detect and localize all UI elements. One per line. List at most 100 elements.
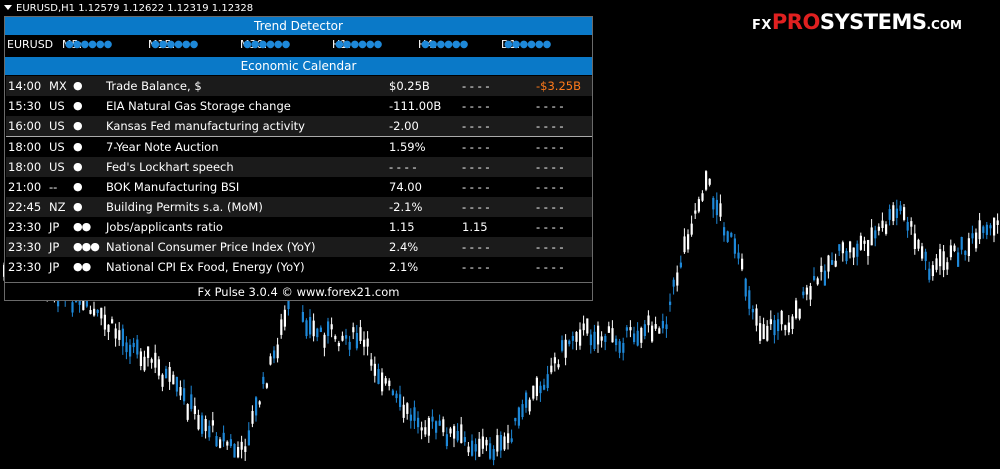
- candle-body: [496, 435, 499, 452]
- candle-body: [697, 199, 700, 212]
- calendar-forecast: - - - -: [462, 79, 490, 93]
- candle-body: [413, 407, 416, 421]
- candle-body: [507, 433, 510, 443]
- trend-dots-icon: ●●●●●●: [65, 39, 112, 50]
- calendar-previous: - - - -: [536, 140, 564, 154]
- candle-body: [568, 340, 571, 345]
- candle-body: [453, 426, 456, 439]
- candle-body: [795, 300, 798, 319]
- calendar-row: 16:00 US ● Kansas Fed manufacturing activit…: [6, 116, 592, 136]
- impact-dots-icon: ●●: [73, 220, 91, 233]
- chart-symbol-bar[interactable]: EURUSD,H1 1.12579 1.12622 1.12319 1.1232…: [2, 2, 253, 16]
- candle-body: [492, 449, 495, 461]
- candle-body: [269, 356, 272, 365]
- calendar-time: 18:00: [8, 160, 42, 174]
- calendar-row: 23:30 JP ●● Jobs/applicants ratio 1.15 1.15 - …: [6, 217, 592, 237]
- calendar-time: 15:30: [8, 99, 42, 113]
- candle-body: [118, 330, 121, 340]
- candle-body: [651, 325, 654, 342]
- candle-body: [532, 385, 535, 399]
- candle-body: [953, 245, 956, 251]
- candle-body: [136, 339, 139, 355]
- candle-body: [463, 437, 466, 442]
- impact-dots-icon: ●: [73, 119, 83, 132]
- fxprosystems-logo: FXPROSYSTEMS.COM: [752, 10, 962, 34]
- candle-body: [352, 327, 355, 333]
- candle-body: [222, 432, 225, 442]
- calendar-title: National CPI Ex Food, Energy (YoY): [106, 260, 305, 274]
- candle-body: [669, 301, 672, 305]
- candle-body: [654, 324, 657, 329]
- calendar-actual: -2.1%: [389, 200, 423, 214]
- calendar-country: JP: [49, 240, 60, 254]
- candle-body: [661, 320, 664, 329]
- candle-body: [723, 227, 726, 236]
- candle-body: [514, 417, 517, 422]
- candle-body: [237, 446, 240, 458]
- candle-body: [658, 328, 661, 334]
- candle-body: [870, 227, 873, 246]
- candle-body: [859, 235, 862, 250]
- candle-body: [985, 224, 988, 235]
- candle-body: [161, 374, 164, 387]
- candle-body: [373, 363, 376, 376]
- candle-body: [510, 438, 513, 442]
- calendar-previous: - - - -: [536, 160, 564, 174]
- candle-body: [733, 238, 736, 254]
- candle-body: [165, 368, 168, 379]
- candle-body: [636, 330, 639, 346]
- calendar-title: Jobs/applicants ratio: [106, 220, 223, 234]
- candle-body: [355, 332, 358, 349]
- candle-body: [348, 341, 351, 350]
- candle-body: [546, 374, 549, 389]
- candle-body: [489, 443, 492, 459]
- candle-body: [219, 439, 222, 448]
- candle-body: [802, 291, 805, 296]
- calendar-forecast: 1.15: [462, 220, 488, 234]
- candle-body: [359, 327, 362, 341]
- candle-body: [579, 329, 582, 346]
- candle-body: [564, 339, 567, 358]
- candle-body: [903, 207, 906, 220]
- candle-body: [96, 309, 99, 313]
- calendar-previous: - - - -: [536, 220, 564, 234]
- candle-body: [467, 446, 470, 453]
- candle-body: [834, 260, 837, 267]
- candle-body: [305, 320, 308, 337]
- calendar-previous: - - - -: [536, 260, 564, 274]
- candle-body: [154, 352, 157, 368]
- candle-body: [791, 316, 794, 329]
- candle-body: [334, 336, 337, 340]
- candle-body: [892, 205, 895, 222]
- candle-body: [849, 241, 852, 253]
- candle-body: [586, 318, 589, 334]
- candle-body: [417, 417, 420, 428]
- candle-body: [301, 311, 304, 322]
- candle-body: [593, 331, 596, 350]
- candle-body: [201, 415, 204, 434]
- calendar-country: NZ: [49, 200, 66, 214]
- calendar-forecast: - - - -: [462, 119, 490, 133]
- candle-body: [640, 327, 643, 343]
- candle-body: [208, 425, 211, 438]
- candle-body: [967, 238, 970, 257]
- trend-dots-icon: ●●●●●●: [421, 39, 468, 50]
- calendar-actual: 1.59%: [389, 140, 426, 154]
- candle-body: [471, 440, 474, 456]
- calendar-title: Building Permits s.a. (MoM): [106, 200, 263, 214]
- candle-body: [93, 308, 96, 316]
- candle-body: [438, 420, 441, 426]
- calendar-previous: - - - -: [536, 99, 564, 113]
- candle-body: [939, 249, 942, 267]
- candle-body: [993, 217, 996, 236]
- calendar-actual: 2.1%: [389, 260, 419, 274]
- candle-body: [921, 246, 924, 259]
- candle-body: [582, 323, 585, 331]
- calendar-country: US: [49, 160, 65, 174]
- candle-body: [672, 279, 675, 287]
- panel-footer: Fx Pulse 3.0.4 © www.forex21.com: [5, 282, 592, 301]
- candle-body: [226, 441, 229, 446]
- dropdown-triangle-icon[interactable]: [4, 5, 12, 10]
- candle-body: [517, 407, 520, 426]
- candle-body: [751, 309, 754, 313]
